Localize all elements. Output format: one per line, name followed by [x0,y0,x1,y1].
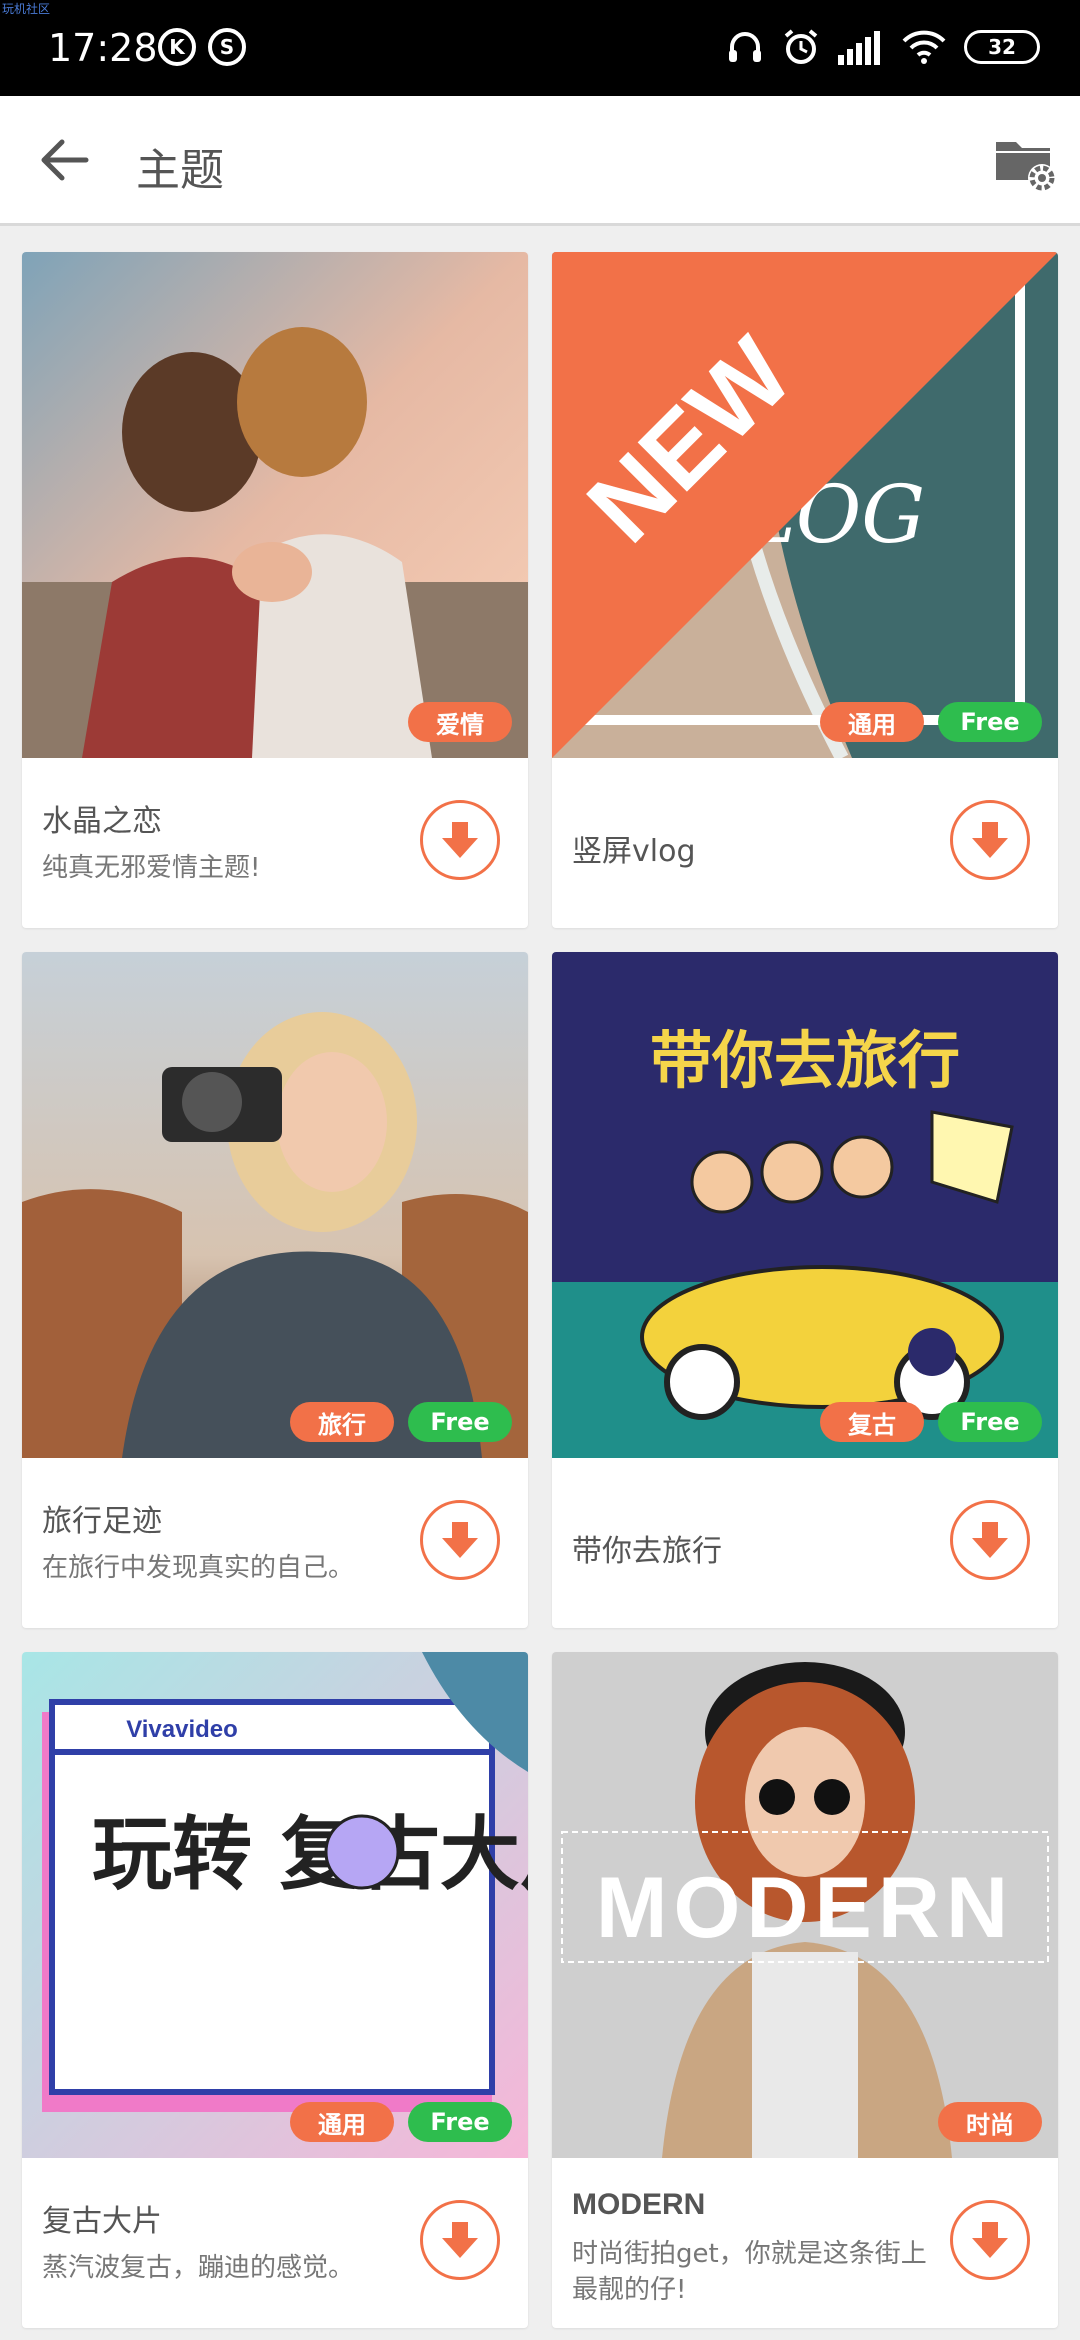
status-icons: 32 [726,28,1040,66]
back-arrow-icon[interactable] [36,132,92,188]
theme-description: 纯真无邪爱情主题! [42,853,261,883]
app-bar: 主题 [0,96,1080,226]
alarm-icon [784,29,818,64]
category-badge: 通用 [820,702,924,742]
theme-grid: 爱情 水晶之恋 纯真无邪爱情主题! VLOG NEW 通用 Free 竖屏vlo… [22,252,1058,2328]
download-button[interactable] [950,1500,1030,1580]
theme-card[interactable]: VLOG NEW 通用 Free 竖屏vlog [552,252,1058,928]
theme-badges: 通用 Free [290,2102,512,2142]
theme-description: 蒸汽波复古，蹦迪的感觉。 [42,2253,355,2283]
theme-badges: 复古 Free [820,1402,1042,1442]
category-badge: 时尚 [938,2102,1042,2142]
theme-card[interactable]: Vivavideo 玩转 复古大片 通用 Free 复古大片 蒸汽波复古，蹦迪的… [22,1652,528,2328]
travel-thumb-text: 带你去旅行 [650,1024,960,1097]
theme-thumbnail[interactable]: 爱情 [22,252,528,758]
download-arrow-icon [972,2222,1008,2258]
theme-card[interactable]: 带你去旅行 复古 Free 带你去旅行 [552,952,1058,1628]
battery-icon: 32 [964,30,1040,64]
download-button[interactable] [420,1500,500,1580]
theme-thumbnail[interactable]: VLOG NEW 通用 Free [552,252,1058,758]
theme-name: 带你去旅行 [572,1534,722,1569]
download-button[interactable] [420,2200,500,2280]
category-badge: 通用 [290,2102,394,2142]
download-arrow-icon [972,822,1008,858]
free-badge: Free [938,702,1042,742]
s-app-icon: S [208,28,246,66]
download-button[interactable] [950,800,1030,880]
modern-thumb-text: MODERN [596,1860,1014,1956]
k-app-icon: K [158,28,196,66]
headphones-icon [729,32,761,62]
theme-name: 竖屏vlog [572,834,696,869]
watermark: 玩机社区 [2,2,51,16]
signal-icon [838,31,880,65]
download-arrow-icon [972,1522,1008,1558]
status-bar: 玩机社区 17:28 K S 32 [0,0,1080,96]
notification-icons: K S [158,28,246,66]
theme-card[interactable]: 旅行 Free 旅行足迹 在旅行中发现真实的自己。 [22,952,528,1628]
retro-thumb-text: 玩转 复古大片 [92,1808,528,1901]
theme-badges: 时尚 [938,2102,1042,2142]
theme-name: MODERN [572,2188,706,2221]
category-badge: 旅行 [290,1402,394,1442]
download-button[interactable] [420,800,500,880]
category-badge: 复古 [820,1402,924,1442]
theme-name: 复古大片 [42,2204,162,2239]
theme-thumbnail[interactable]: Vivavideo 玩转 复古大片 通用 Free [22,1652,528,2158]
theme-card[interactable]: 爱情 水晶之恋 纯真无邪爱情主题! [22,252,528,928]
page-title: 主题 [136,145,224,196]
category-badge: 爱情 [408,702,512,742]
theme-name: 旅行足迹 [42,1504,162,1539]
download-arrow-icon [442,822,478,858]
free-badge: Free [408,1402,512,1442]
theme-thumbnail[interactable]: 带你去旅行 复古 Free [552,952,1058,1458]
theme-badges: 爱情 [408,702,512,742]
theme-badges: 旅行 Free [290,1402,512,1442]
wifi-icon [902,30,946,64]
theme-badges: 通用 Free [820,702,1042,742]
theme-name: 水晶之恋 [42,804,162,839]
theme-thumbnail[interactable]: MODERN 时尚 [552,1652,1058,2158]
download-arrow-icon [442,1522,478,1558]
download-arrow-icon [442,2222,478,2258]
theme-thumbnail[interactable]: 旅行 Free [22,952,528,1458]
theme-description: 时尚街拍get，你就是这条街上最靓的仔! [572,2239,927,2305]
folder-settings-icon[interactable] [992,128,1058,194]
theme-card[interactable]: MODERN 时尚 MODERN 时尚街拍get，你就是这条街上最靓的仔! [552,1652,1058,2328]
download-button[interactable] [950,2200,1030,2280]
status-time: 17:28 [48,26,158,70]
free-badge: Free [938,1402,1042,1442]
free-badge: Free [408,2102,512,2142]
vivavideo-thumb-brand: Vivavideo [126,1716,238,1743]
new-corner-badge: NEW [552,252,1058,758]
theme-description: 在旅行中发现真实的自己。 [42,1553,355,1583]
